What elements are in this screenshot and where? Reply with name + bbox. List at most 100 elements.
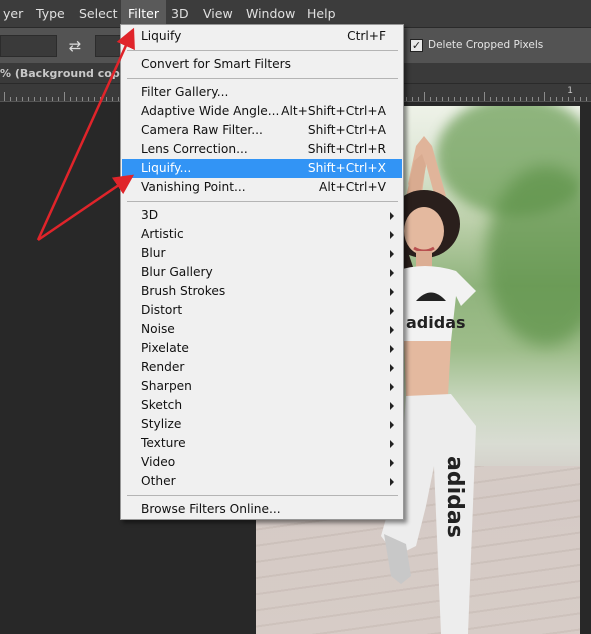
filter-menu-item-adaptive-wide-angle[interactable]: Adaptive Wide Angle... Alt+Shift+Ctrl+A xyxy=(122,102,402,121)
ruler-tick xyxy=(34,97,35,101)
ruler-tick xyxy=(94,97,95,101)
ruler-tick xyxy=(70,97,71,101)
menu-item-label: Blur Gallery xyxy=(141,265,213,279)
ruler-tick xyxy=(412,97,413,101)
ruler-tick xyxy=(586,97,587,101)
filter-menu-item-noise[interactable]: Noise xyxy=(122,320,402,339)
ruler-tick xyxy=(112,97,113,101)
ruler-tick xyxy=(430,97,431,101)
menu-item-label: Other xyxy=(141,474,176,488)
menu-type[interactable]: Type xyxy=(29,0,72,28)
ruler-tick xyxy=(508,97,509,101)
width-field[interactable] xyxy=(0,35,57,57)
submenu-arrow-icon xyxy=(390,345,394,353)
filter-menu-item-distort[interactable]: Distort xyxy=(122,301,402,320)
photoshop-window: yer Type Select Filter 3D View Window He… xyxy=(0,0,591,634)
menu-item-label: Stylize xyxy=(141,417,182,431)
ruler-tick xyxy=(46,97,47,101)
menu-separator xyxy=(127,78,398,79)
ruler-tick xyxy=(568,97,569,101)
menu-item-label: Distort xyxy=(141,303,183,317)
ruler-tick xyxy=(64,92,65,101)
menu-item-label: Sharpen xyxy=(141,379,192,393)
filter-menu-item-filter-gallery[interactable]: Filter Gallery... xyxy=(122,83,402,102)
menu-item-label: Liquify... xyxy=(141,161,192,175)
ruler-tick xyxy=(16,97,17,101)
filter-menu-item-liquify[interactable]: Liquify Ctrl+F xyxy=(122,27,402,46)
ruler-tick xyxy=(538,97,539,101)
menu-item-shortcut: Shift+Ctrl+X xyxy=(307,161,386,175)
ruler-tick xyxy=(544,92,545,101)
ruler-tick xyxy=(532,97,533,101)
filter-menu-item-other[interactable]: Other xyxy=(122,472,402,491)
menu-item-label: Brush Strokes xyxy=(141,284,226,298)
svg-text:adidas: adidas xyxy=(442,456,467,538)
filter-menu-item-sketch[interactable]: Sketch xyxy=(122,396,402,415)
filter-menu-item-texture[interactable]: Texture xyxy=(122,434,402,453)
ruler-tick xyxy=(478,97,479,101)
svg-text:adidas: adidas xyxy=(406,313,466,332)
filter-menu-item-sharpen[interactable]: Sharpen xyxy=(122,377,402,396)
delete-cropped-label: Delete Cropped Pixels xyxy=(428,39,544,51)
menu-separator xyxy=(127,201,398,202)
menu-item-label: Adaptive Wide Angle... xyxy=(141,104,280,118)
menu-separator xyxy=(127,495,398,496)
ruler-tick xyxy=(28,97,29,101)
menu-item-label: Video xyxy=(141,455,176,469)
submenu-arrow-icon xyxy=(390,212,394,220)
submenu-arrow-icon xyxy=(390,288,394,296)
submenu-arrow-icon xyxy=(390,231,394,239)
ruler-tick xyxy=(454,97,455,101)
submenu-arrow-icon xyxy=(390,402,394,410)
filter-menu-item-convert-for-smart-filters[interactable]: Convert for Smart Filters xyxy=(122,55,402,74)
filter-menu-item-lens-correction[interactable]: Lens Correction... Shift+Ctrl+R xyxy=(122,140,402,159)
menu-item-label: Artistic xyxy=(141,227,184,241)
filter-menu-item-render[interactable]: Render xyxy=(122,358,402,377)
ruler-tick xyxy=(10,97,11,101)
filter-menu-item-3d[interactable]: 3D xyxy=(122,206,402,225)
filter-menu-item-stylize[interactable]: Stylize xyxy=(122,415,402,434)
menu-item-shortcut: Shift+Ctrl+A xyxy=(307,123,386,137)
ruler-tick xyxy=(406,97,407,101)
ruler-tick xyxy=(580,97,581,101)
submenu-arrow-icon xyxy=(390,459,394,467)
filter-menu-item-video[interactable]: Video xyxy=(122,453,402,472)
ruler-tick xyxy=(436,97,437,101)
menu-item-label: Vanishing Point... xyxy=(141,180,246,194)
submenu-arrow-icon xyxy=(390,364,394,372)
filter-menu-item-vanishing-point[interactable]: Vanishing Point... Alt+Ctrl+V xyxy=(122,178,402,197)
delete-cropped-checkbox[interactable]: ✓ xyxy=(410,39,423,52)
menu-item-label: Texture xyxy=(141,436,186,450)
filter-menu-item-browse-filters-online[interactable]: Browse Filters Online... xyxy=(122,500,402,519)
ruler-tick xyxy=(4,92,5,101)
ruler-tick xyxy=(514,97,515,101)
ruler-tick xyxy=(58,97,59,101)
menu-select[interactable]: Select xyxy=(72,0,125,28)
filter-menu-item-blur[interactable]: Blur xyxy=(122,244,402,263)
ruler-tick xyxy=(502,97,503,101)
ruler-tick xyxy=(472,97,473,101)
menu-item-label: Noise xyxy=(141,322,175,336)
filter-menu-item-pixelate[interactable]: Pixelate xyxy=(122,339,402,358)
ruler-tick xyxy=(82,97,83,101)
menu-item-label: Browse Filters Online... xyxy=(141,502,281,516)
swap-arrows-icon[interactable]: ⇄ xyxy=(64,36,86,56)
ruler-tick xyxy=(100,97,101,101)
ruler-tick xyxy=(562,97,563,101)
menu-item-shortcut: Ctrl+F xyxy=(347,29,386,43)
filter-menu-item-camera-raw-filter[interactable]: Camera Raw Filter... Shift+Ctrl+A xyxy=(122,121,402,140)
ruler-tick xyxy=(448,97,449,101)
menu-layer[interactable]: yer xyxy=(0,0,30,28)
ruler-tick xyxy=(22,97,23,101)
filter-menu-item-brush-strokes[interactable]: Brush Strokes xyxy=(122,282,402,301)
ruler-tick xyxy=(106,97,107,101)
menu-item-label: Blur xyxy=(141,246,166,260)
ruler-tick xyxy=(556,97,557,101)
menu-item-label: Filter Gallery... xyxy=(141,85,229,99)
filter-menu-item-liquify[interactable]: Liquify... Shift+Ctrl+X xyxy=(122,159,402,178)
filter-menu-item-blur-gallery[interactable]: Blur Gallery xyxy=(122,263,402,282)
filter-menu-item-artistic[interactable]: Artistic xyxy=(122,225,402,244)
ruler-tick xyxy=(118,97,119,101)
ruler-tick xyxy=(40,97,41,101)
submenu-arrow-icon xyxy=(390,383,394,391)
